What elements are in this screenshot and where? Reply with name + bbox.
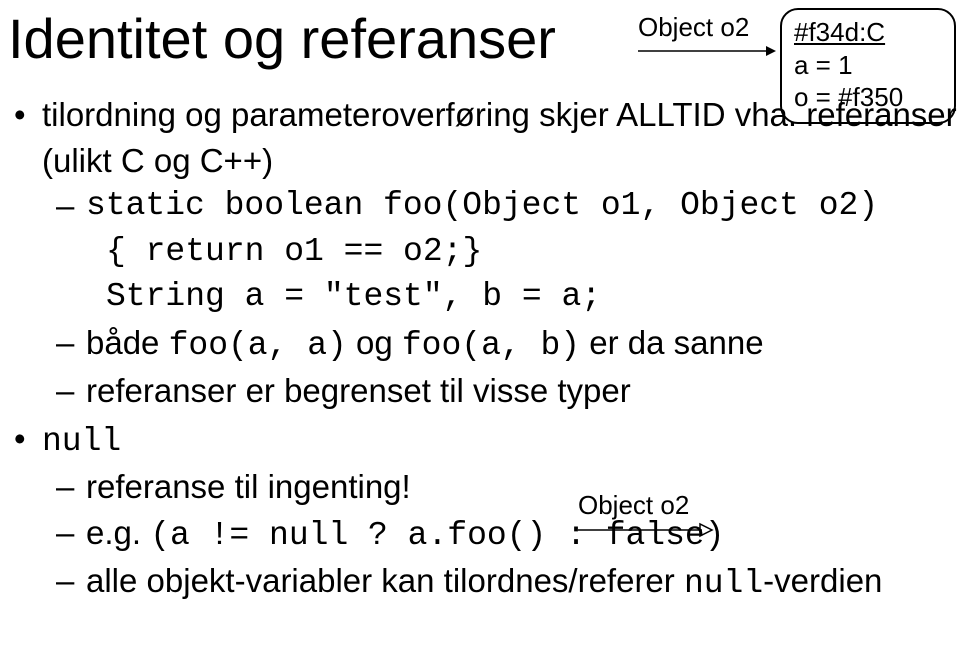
- text-eg: e.g.: [86, 514, 150, 551]
- bullet-null-assign: alle objekt-variabler kan tilordnes/refe…: [8, 558, 960, 607]
- page-title: Identitet og referanser: [8, 6, 556, 71]
- arrow-label: Object o2: [638, 12, 749, 43]
- bullet-code-foo: static boolean foo(Object o1, Object o2): [8, 183, 960, 229]
- bullet-null: null: [8, 416, 960, 465]
- code-foo-aa: foo(a, a): [169, 327, 347, 364]
- bullet-assignment: tilordning og parameteroverføring skjer …: [8, 92, 960, 183]
- text-value: -verdien: [763, 562, 882, 599]
- arrow-right-icon: [578, 522, 718, 538]
- text-allvars: alle objekt-variabler kan tilordnes/refe…: [86, 562, 684, 599]
- code-line-3: String a = "test", b = a;: [8, 274, 960, 320]
- bullet-ref-limited: referanser er begrenset til visse typer: [8, 368, 960, 414]
- bullet-null-nothing: referanse til ingenting!: [8, 464, 960, 510]
- bullet-null-eg: e.g. (a != null ? a.foo() : false): [8, 510, 960, 559]
- code-foo-ab: foo(a, b): [402, 327, 580, 364]
- code-line-1: static boolean foo(Object o1, Object o2): [86, 183, 960, 229]
- text-and: og: [347, 324, 402, 361]
- arrow-right-icon: [638, 44, 778, 58]
- text-both: både: [86, 324, 169, 361]
- box-line-a: a = 1: [794, 49, 944, 82]
- code-line-2: { return o1 == o2;}: [8, 229, 960, 275]
- text-true: er da sanne: [580, 324, 763, 361]
- slide-content: tilordning og parameteroverføring skjer …: [8, 90, 960, 607]
- box-line-classid: #f34d:C: [794, 16, 944, 49]
- null-arrow-label: Object o2: [578, 490, 689, 521]
- code-null-word: null: [684, 565, 763, 602]
- bullet-foo-true: både foo(a, a) og foo(a, b) er da sanne: [8, 320, 960, 369]
